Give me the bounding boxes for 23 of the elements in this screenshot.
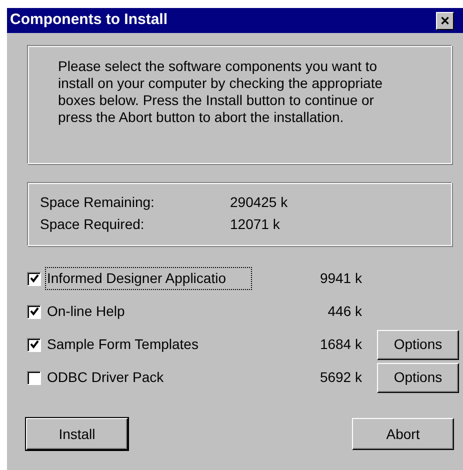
checkbox[interactable] — [27, 272, 41, 286]
component-size: 446 k — [326, 302, 362, 321]
options-button[interactable]: Options — [377, 362, 459, 392]
component-label[interactable]: Sample Form Templates — [45, 333, 252, 356]
window-title: Components to Install — [10, 10, 168, 30]
component-label[interactable]: ODBC Driver Pack — [45, 366, 252, 389]
checkbox[interactable] — [27, 338, 41, 352]
space-value: 290425 k — [230, 192, 288, 212]
component-size: 5692 k — [318, 368, 362, 387]
component-size: 1684 k — [318, 335, 362, 354]
close-button[interactable]: ✕ — [436, 12, 454, 30]
component-label[interactable]: On-line Help — [45, 300, 252, 323]
instructions-text: Please select the software components you want to install on your computer by checking the appropriate boxes below. Press the Install button to continue or press the Abort button to abort the installation. — [27, 45, 452, 164]
checkbox[interactable] — [27, 304, 41, 318]
space-label: Space Remaining: — [40, 192, 156, 212]
component-label[interactable]: Informed Designer Applicatio — [45, 267, 252, 290]
checkbox[interactable] — [27, 370, 41, 384]
options-button[interactable]: Options — [377, 330, 459, 360]
component-size: 9941 k — [318, 269, 362, 288]
space-value: 12071 k — [230, 214, 280, 234]
install-button[interactable]: Install — [26, 418, 128, 450]
space-label: Space Required: — [40, 214, 146, 234]
abort-button[interactable]: Abort — [352, 418, 454, 450]
